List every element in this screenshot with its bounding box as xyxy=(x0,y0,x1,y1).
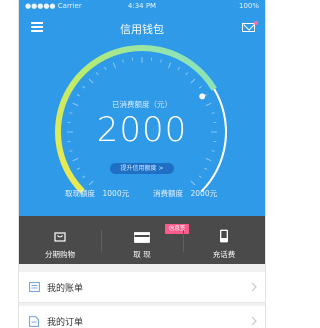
list-item-my-orders[interactable]: 我的订单 xyxy=(19,306,265,328)
notification-dot xyxy=(254,21,258,25)
gauge-tick xyxy=(96,72,99,76)
card-icon xyxy=(134,232,150,243)
battery-text: 100% xyxy=(238,2,259,10)
action-label: 取 现 xyxy=(133,250,151,259)
chevron-right-icon xyxy=(251,282,257,292)
chevron-right-icon xyxy=(251,316,257,326)
page-title: 信用钱包 xyxy=(120,23,164,36)
gauge-tick xyxy=(88,78,94,84)
consumed-value: 2000 xyxy=(96,110,188,150)
gauge-tick xyxy=(160,59,162,63)
status-time: 4:34 PM xyxy=(127,2,157,10)
action-label: 分期购物 xyxy=(45,250,75,259)
gauge-tick xyxy=(104,66,107,70)
list-item-label: 我的订单 xyxy=(47,318,84,328)
gauge-tick xyxy=(82,86,86,89)
bill-icon xyxy=(29,282,40,292)
list-item-my-bills[interactable]: 我的账单 xyxy=(19,272,265,303)
gauge-tick xyxy=(168,62,172,69)
spend-limit: 消费额度 2000元 xyxy=(153,189,218,198)
gauge-tick xyxy=(177,66,180,70)
consumed-label: 已消费额度（元） xyxy=(112,100,172,109)
cash-limit: 取现额度 1000元 xyxy=(65,189,130,198)
phone-icon xyxy=(220,229,228,243)
shopping-bag-icon xyxy=(54,232,66,242)
gauge-tick xyxy=(69,150,73,152)
gauge-tick xyxy=(190,180,196,186)
gauge-tick xyxy=(112,62,116,69)
gauge-tick xyxy=(76,167,80,170)
upgrade-credit-button[interactable]: 提升信用额度 > xyxy=(110,163,174,174)
gauge-tick xyxy=(198,175,202,178)
gauge-tick xyxy=(211,150,215,152)
gauge-tick xyxy=(76,94,80,97)
installment-shopping-button[interactable]: 分期购物 xyxy=(19,216,101,264)
gauge-tick xyxy=(82,175,86,178)
action-label: 充话费 xyxy=(212,250,236,259)
gauge-tick xyxy=(122,59,124,63)
phone-recharge-button[interactable]: 充话费 xyxy=(183,216,265,264)
mail-icon[interactable] xyxy=(242,23,255,32)
gauge-tick xyxy=(190,78,196,84)
order-icon xyxy=(29,316,39,327)
list-item-label: 我的账单 xyxy=(47,284,84,294)
gauge-tick xyxy=(204,167,208,170)
credit-header: ●●●●● Carrier 4:34 PM 100% 信用钱包 已消费额度（元） xyxy=(19,0,265,216)
gauge-tick xyxy=(185,72,188,76)
gauge-tick xyxy=(198,86,202,89)
gauge-tick xyxy=(205,158,212,162)
gauge-tick xyxy=(88,180,94,186)
gauge-tick xyxy=(72,158,79,162)
action-bar: 分期购物 取 现 信息签 充话费 xyxy=(19,216,265,264)
phone-screen: ●●●●● Carrier 4:34 PM 100% 信用钱包 已消费额度（元） xyxy=(18,0,266,328)
